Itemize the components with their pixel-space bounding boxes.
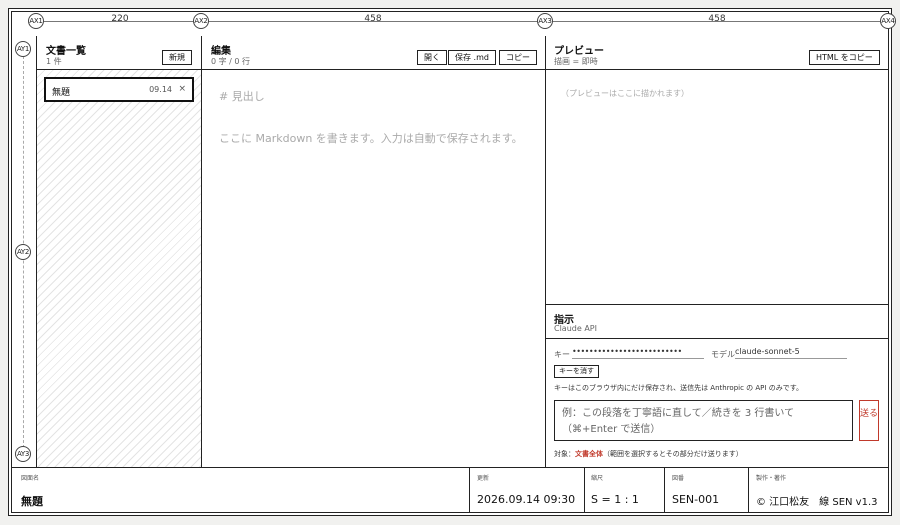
clear-key-button[interactable]: キーを消す bbox=[554, 365, 599, 378]
dimension-label: 220 bbox=[111, 14, 129, 24]
updated-label: 更新 bbox=[477, 475, 490, 482]
copy-html-button[interactable]: HTML をコピー bbox=[809, 50, 880, 65]
axis-marker-ay3: AY3 bbox=[15, 446, 31, 462]
scale-label: 縮尺 bbox=[591, 475, 604, 482]
title-block-column bbox=[584, 467, 585, 513]
axis-marker-ax1: AX1 bbox=[28, 13, 44, 29]
document-name: 無題 bbox=[52, 88, 71, 98]
prompt-input[interactable]: 例：この段落を丁寧語に直して／続きを 3 行書いて（⌘+Enter で送信） bbox=[554, 400, 853, 441]
target-suffix: （範囲を選択するとその部分だけ送ります） bbox=[603, 450, 743, 458]
model-label: モデル bbox=[711, 350, 735, 359]
axis-marker-ay2: AY2 bbox=[15, 244, 31, 260]
instruction-sub: Claude API bbox=[554, 324, 597, 333]
preview-sub: 描画 = 即時 bbox=[554, 57, 598, 66]
document-list bbox=[37, 70, 201, 467]
dimension-label: 458 bbox=[708, 14, 726, 24]
axis-marker-ay1: AY1 bbox=[15, 41, 31, 57]
title-block-column bbox=[469, 467, 470, 513]
key-label: キー bbox=[554, 350, 570, 359]
axis-marker-ax3: AX3 bbox=[537, 13, 553, 29]
drawing-number-label: 図番 bbox=[672, 475, 685, 482]
close-icon[interactable]: × bbox=[178, 84, 186, 94]
editor-placeholder-heading: # 見出し bbox=[219, 90, 265, 103]
column-divider bbox=[545, 36, 546, 467]
scale-value: S = 1 : 1 bbox=[591, 493, 639, 506]
drawing-number: SEN-001 bbox=[672, 493, 720, 506]
copy-button[interactable]: コピー bbox=[499, 50, 537, 65]
dimension-line bbox=[36, 21, 890, 22]
preview-placeholder: （プレビューはここに描かれます） bbox=[561, 89, 689, 98]
instruction-divider bbox=[545, 304, 889, 305]
drawing-name-label: 図面名 bbox=[21, 475, 40, 482]
key-note: キーはこのブラウザ内にだけ保存され、送信先は Anthropic の API の… bbox=[554, 384, 803, 392]
open-button[interactable]: 開く bbox=[417, 50, 447, 65]
preview-title: プレビュー bbox=[554, 46, 604, 57]
target-prefix: 対象： bbox=[554, 450, 575, 458]
api-key-input[interactable]: •••••••••••••••••••••••••• bbox=[572, 347, 704, 359]
title-block-column bbox=[664, 467, 665, 513]
target-value: 文書全体 bbox=[575, 450, 603, 458]
axis-marker-ax4: AX4 bbox=[880, 13, 896, 29]
instruction-header-divider bbox=[545, 338, 889, 339]
title-block-column bbox=[748, 467, 749, 513]
doclist-count: 1 件 bbox=[46, 57, 62, 66]
new-document-button[interactable]: 新規 bbox=[162, 50, 192, 65]
send-button[interactable]: 送る bbox=[859, 400, 879, 441]
author-value: © 江口松友 線 SEN v1.3 bbox=[756, 497, 878, 508]
target-note: 対象：文書全体（範囲を選択するとその部分だけ送ります） bbox=[554, 449, 743, 459]
drawing-name: 無題 bbox=[21, 495, 43, 508]
doclist-title: 文書一覧 bbox=[46, 46, 86, 57]
document-date: 09.14 bbox=[149, 85, 172, 94]
model-input[interactable]: claude-sonnet-5 bbox=[735, 347, 847, 359]
axis-marker-ax2: AX2 bbox=[193, 13, 209, 29]
editor-stats: 0 字 / 0 行 bbox=[211, 57, 251, 66]
updated-value: 2026.09.14 09:30 bbox=[477, 493, 576, 506]
list-item[interactable]: 無題 09.14 × bbox=[44, 77, 194, 102]
dimension-label: 458 bbox=[364, 14, 382, 24]
author-label: 製作・著作 bbox=[756, 475, 787, 482]
title-block-divider bbox=[12, 467, 888, 468]
save-md-button[interactable]: 保存 .md bbox=[448, 50, 496, 65]
editor-placeholder-body: ここに Markdown を書きます。入力は自動で保存されます。 bbox=[219, 132, 523, 145]
editor-title: 編集 bbox=[211, 46, 231, 57]
